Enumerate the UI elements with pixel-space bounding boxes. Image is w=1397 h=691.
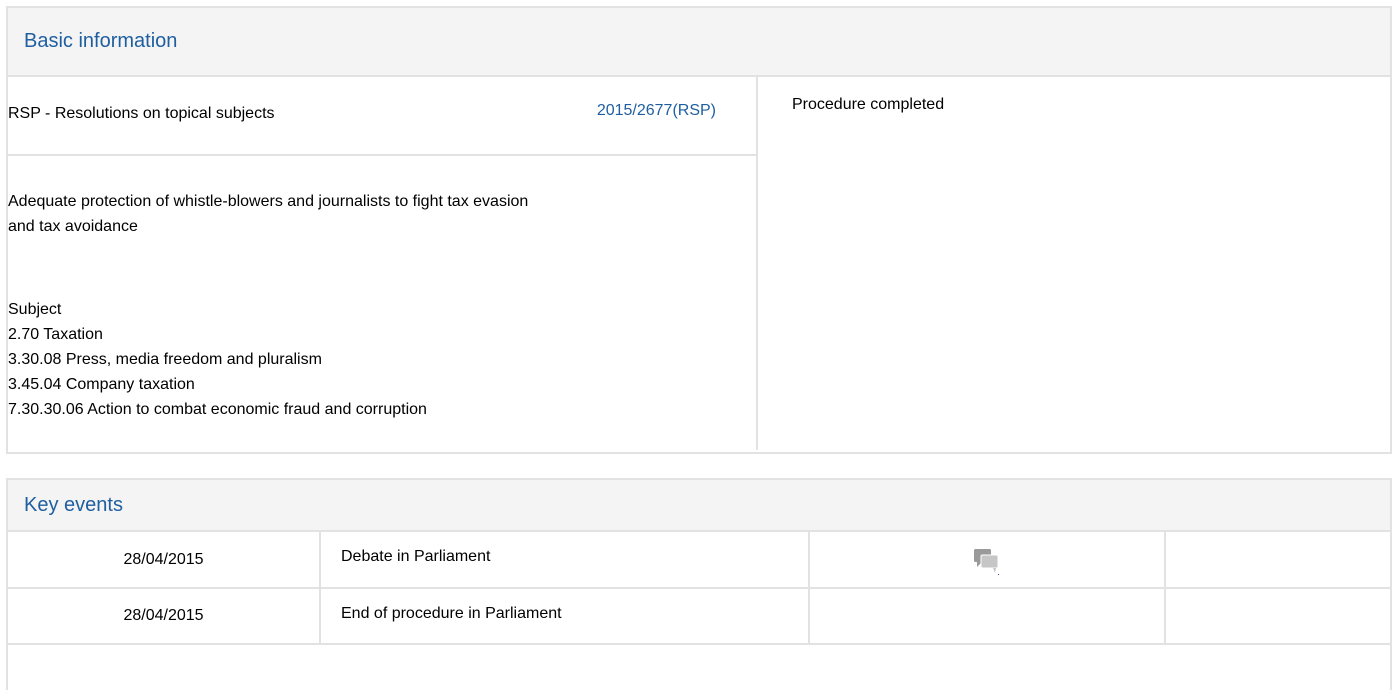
event-icon-cell — [809, 532, 1166, 589]
basic-information-title: Basic information — [24, 30, 178, 52]
procedure-status: Procedure completed — [758, 77, 944, 450]
status-text: Procedure completed — [792, 96, 945, 113]
subject-list: Subject 2.70 Taxation 3.30.08 Press, med… — [8, 297, 743, 422]
key-events-table: 28/04/2015 Debate in Parliament 28/04/20… — [8, 532, 1390, 645]
procedure-type-row: RSP - Resolutions on topical subjects 20… — [8, 77, 756, 156]
procedure-type: RSP - Resolutions on topical subjects — [8, 105, 275, 122]
event-extra-cell — [1165, 532, 1390, 589]
procedure-reference-link[interactable]: 2015/2677(RSP) — [597, 102, 716, 120]
key-events-header: Key events — [8, 480, 1390, 532]
table-row: 28/04/2015 Debate in Parliament — [8, 532, 1390, 589]
subject-item: 7.30.30.06 Action to combat economic fra… — [8, 401, 427, 418]
event-date: 28/04/2015 — [8, 532, 321, 589]
event-icon-cell — [809, 588, 1166, 645]
subject-heading: Subject — [8, 301, 62, 318]
event-date: 28/04/2015 — [8, 588, 321, 645]
procedure-title-line: Adequate protection of whistle-blowers a… — [8, 193, 529, 210]
event-description: End of procedure in Parliament — [320, 588, 810, 645]
basic-information-header: Basic information — [8, 8, 1390, 77]
subject-item: 2.70 Taxation — [8, 326, 103, 343]
table-row: 28/04/2015 End of procedure in Parliamen… — [8, 588, 1390, 645]
key-events-panel: Key events 28/04/2015 Debate in Parliame… — [6, 478, 1392, 690]
basic-information-body: RSP - Resolutions on topical subjects 20… — [8, 77, 1390, 450]
procedure-title-line: and tax avoidance — [8, 218, 138, 235]
debate-icon[interactable] — [974, 549, 1000, 580]
basic-information-panel: Basic information RSP - Resolutions on t… — [6, 6, 1392, 454]
event-description: Debate in Parliament — [320, 532, 810, 589]
procedure-title: Adequate protection of whistle-blowers a… — [8, 156, 743, 422]
subject-item: 3.45.04 Company taxation — [8, 376, 195, 393]
key-events-title: Key events — [24, 493, 123, 516]
procedure-details: RSP - Resolutions on topical subjects 20… — [8, 77, 758, 450]
event-extra-cell — [1165, 588, 1390, 645]
subject-item: 3.30.08 Press, media freedom and plurali… — [8, 351, 322, 368]
